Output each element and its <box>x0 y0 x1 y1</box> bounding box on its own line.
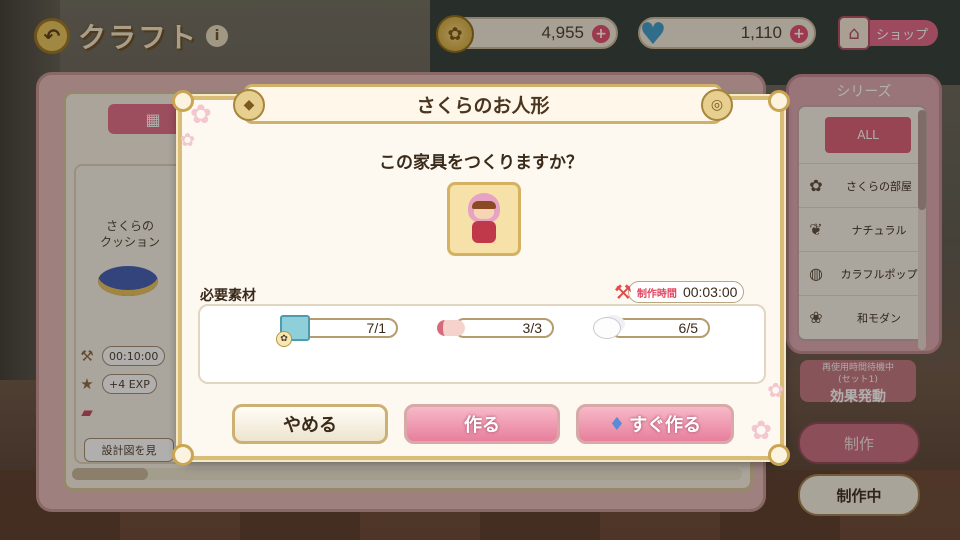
swirl-ornament-icon: ◎ <box>701 89 733 121</box>
corner-ornament <box>768 90 790 112</box>
craft-time: ⚒ 制作時間 00:03:00 <box>614 280 745 304</box>
material-count: 6/5 <box>610 318 710 338</box>
cancel-button[interactable]: やめる <box>232 404 388 444</box>
materials-box: ✿ 7/1 3/3 6/5 <box>198 304 766 384</box>
sakura-decoration-icon: ✿ <box>190 100 212 130</box>
material-count: 3/3 <box>454 318 554 338</box>
dialog-title-bar: ◆ さくらのお人形 ◎ <box>233 84 733 124</box>
sakura-decoration-icon: ✿ <box>767 378 784 402</box>
doll-image <box>464 193 504 245</box>
craft-time-pill: 制作時間 00:03:00 <box>627 281 745 303</box>
craft-time-label: 制作時間 <box>636 288 677 300</box>
dialog-title: さくらのお人形 <box>416 94 550 117</box>
gem-ornament-icon: ◆ <box>233 89 265 121</box>
gem-icon: ♦ <box>608 413 626 435</box>
item-thumbnail <box>447 182 521 256</box>
material-count: 7/1 <box>298 318 398 338</box>
sakura-decoration-icon: ✿ <box>750 416 772 446</box>
cotton-icon <box>590 311 624 345</box>
craft-time-value: 00:03:00 <box>682 284 738 300</box>
instant-make-button[interactable]: ♦ すぐ作る <box>576 404 734 444</box>
craft-confirm-dialog: ✿ ✿ ✿ ✿ ◆ さくらのお人形 ◎ この家具をつくりますか？ 必要素材 ⚒ … <box>172 84 790 466</box>
confirm-question: この家具をつくりますか？ <box>379 153 583 173</box>
gear-icon: ✿ <box>276 331 292 347</box>
material-blueprint: ✿ 7/1 <box>276 315 398 347</box>
cloth-roll-icon <box>434 311 468 345</box>
material-cloth: 3/3 <box>434 316 554 340</box>
make-button[interactable]: 作る <box>404 404 560 444</box>
hammer-icon: ⚒ <box>614 280 632 304</box>
corner-ornament <box>768 444 790 466</box>
corner-ornament <box>172 444 194 466</box>
instant-make-label: すぐ作る <box>629 415 702 436</box>
blueprint-icon: ✿ <box>276 311 312 347</box>
material-cotton: 6/5 <box>590 316 710 340</box>
materials-label: 必要素材 <box>200 288 256 304</box>
